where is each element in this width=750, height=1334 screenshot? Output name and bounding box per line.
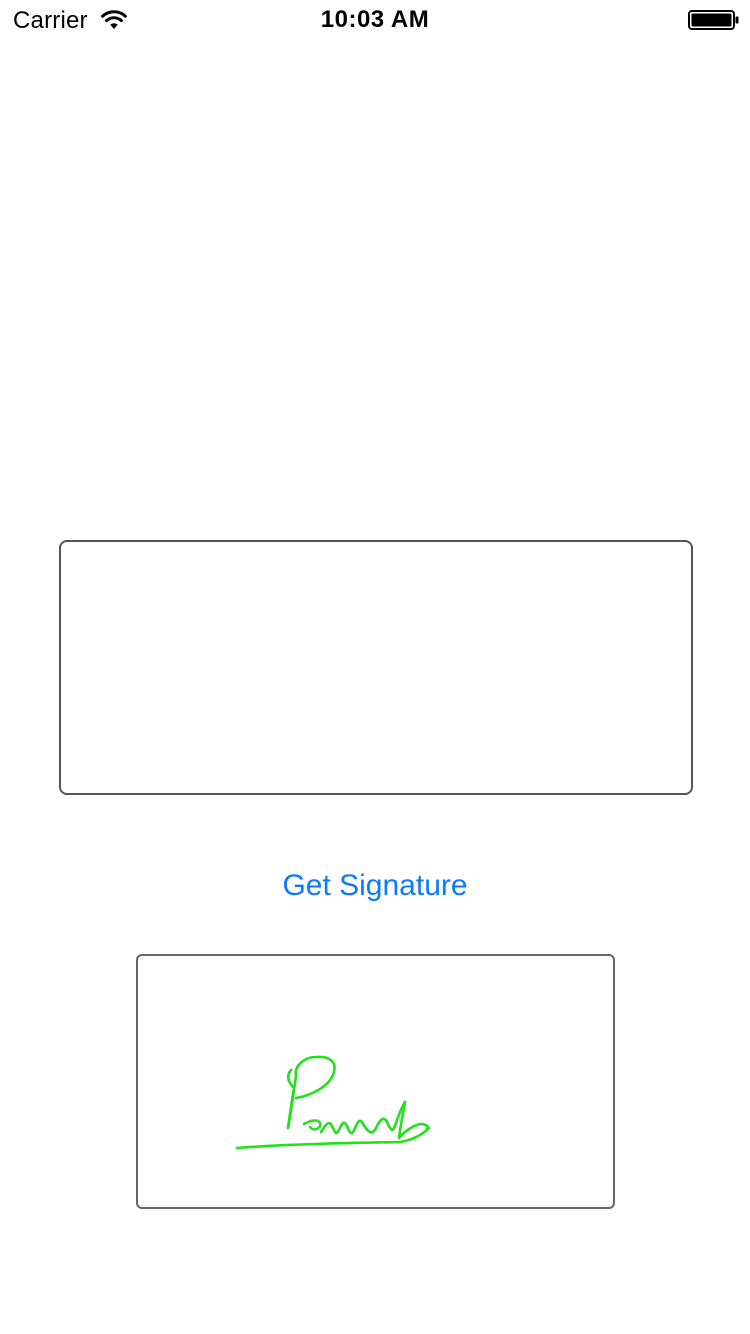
signature-pad[interactable] bbox=[59, 540, 693, 795]
status-bar: Carrier 10:03 AM bbox=[0, 0, 750, 40]
signature-preview bbox=[136, 954, 615, 1209]
signature-image bbox=[235, 1055, 431, 1150]
battery-full-icon bbox=[688, 10, 739, 30]
get-signature-button[interactable]: Get Signature bbox=[225, 862, 525, 910]
status-time: 10:03 AM bbox=[320, 6, 430, 33]
